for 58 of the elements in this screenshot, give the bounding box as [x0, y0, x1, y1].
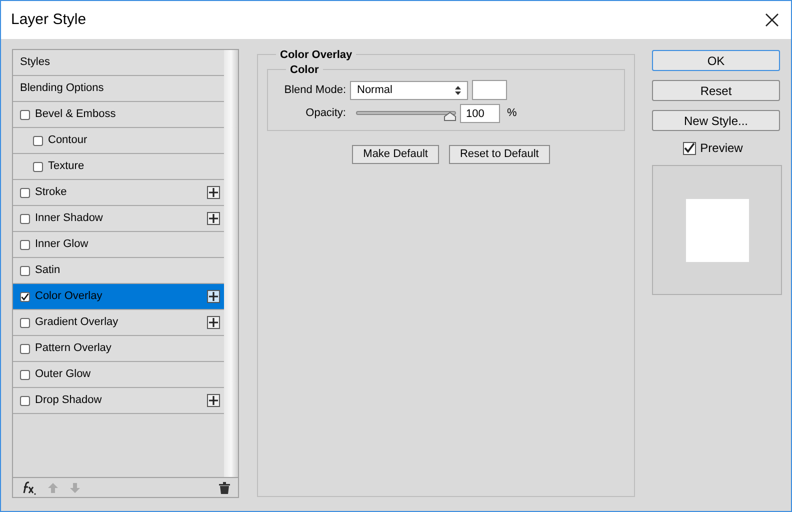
window-title: Layer Style [11, 10, 86, 30]
trash-icon[interactable] [219, 482, 230, 494]
fx-icon[interactable] [21, 480, 37, 494]
unit-label: % [507, 106, 517, 122]
spinner-icon [455, 86, 461, 94]
item-label: Inner Glow [35, 237, 90, 252]
checkbox[interactable] [683, 142, 696, 154]
plus-icon [209, 318, 218, 327]
item-label: Stroke [35, 185, 68, 200]
plus-icon [209, 188, 218, 197]
panel-button[interactable]: Reset to Default [448, 145, 550, 164]
plus-icon [209, 214, 218, 223]
scrollbar[interactable] [224, 50, 238, 477]
item-label: Texture [48, 159, 86, 174]
item-label: Inner Shadow [35, 211, 104, 226]
dialog-button[interactable]: OK [652, 50, 780, 71]
add-button[interactable] [207, 186, 220, 199]
checkbox[interactable] [20, 240, 30, 250]
checkbox[interactable] [20, 110, 30, 120]
opacity-input[interactable]: 100 [460, 104, 500, 123]
add-button[interactable] [207, 316, 220, 329]
panel-button[interactable]: Make Default [352, 145, 439, 164]
close-icon[interactable] [765, 13, 779, 27]
section-title: Color Overlay [276, 47, 356, 64]
item-label: Drop Shadow [35, 393, 103, 408]
item-label: Satin [35, 263, 62, 278]
item-label: Gradient Overlay [35, 315, 120, 330]
item-label: Outer Glow [35, 367, 92, 382]
item-label: Blending Options [20, 81, 105, 96]
checkbox[interactable] [20, 292, 30, 302]
blend-mode-dropdown[interactable]: Normal [350, 80, 468, 100]
list-item[interactable]: Color Overlay [13, 284, 224, 310]
item-label: Color Overlay [35, 289, 104, 304]
checkbox[interactable] [33, 162, 43, 172]
plus-icon [209, 292, 218, 301]
checkbox[interactable] [20, 344, 30, 354]
field-label: Opacity: [304, 106, 346, 122]
item-label: Bevel & Emboss [35, 107, 117, 122]
checkbox[interactable] [20, 188, 30, 198]
add-button[interactable] [207, 290, 220, 303]
checkbox-label: Preview [700, 140, 743, 157]
checkbox[interactable] [33, 136, 43, 146]
checkbox[interactable] [20, 214, 30, 224]
checkbox[interactable] [20, 318, 30, 328]
plus-icon [209, 396, 218, 405]
checkbox[interactable] [20, 370, 30, 380]
checkbox[interactable] [20, 396, 30, 406]
item-label: Pattern Overlay [35, 341, 112, 356]
item-label: Styles [20, 55, 51, 70]
color-swatch[interactable] [472, 80, 507, 100]
dialog-button[interactable]: Reset [652, 80, 780, 101]
add-button[interactable] [207, 212, 220, 225]
checkbox[interactable] [20, 266, 30, 276]
item-label: Contour [48, 133, 88, 148]
field-label: Blend Mode: [283, 82, 346, 98]
dialog-button[interactable]: New Style... [652, 110, 780, 131]
add-button[interactable] [207, 394, 220, 407]
preview-swatch [686, 198, 748, 262]
